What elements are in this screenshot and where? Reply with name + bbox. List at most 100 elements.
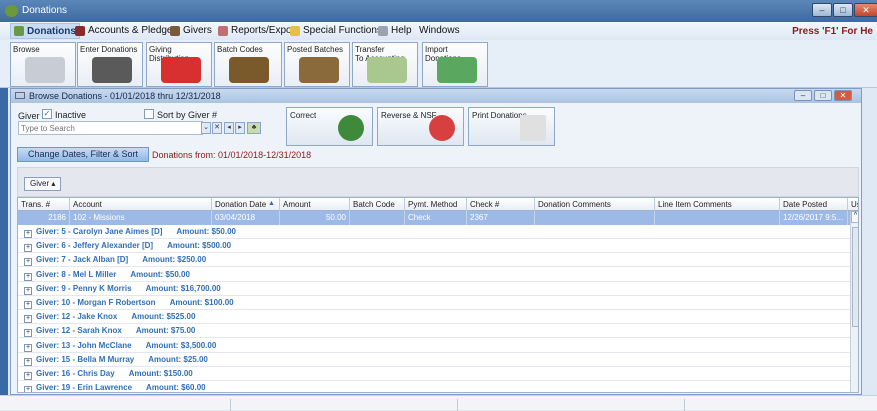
- expand-icon[interactable]: +: [24, 372, 32, 380]
- group-row[interactable]: + Giver: 8 - Mel L Miller Amount: $50.00: [18, 268, 850, 282]
- column-header[interactable]: Us: [848, 198, 858, 211]
- next-button[interactable]: ▸: [235, 122, 245, 134]
- toolbar-giving-distribution-button[interactable]: Giving Distribution: [146, 42, 212, 87]
- menu-givers[interactable]: Givers: [170, 25, 212, 36]
- background-window-edge: [0, 88, 8, 395]
- giver-lookup-button[interactable]: ♣: [247, 122, 261, 134]
- check-icon: [338, 115, 364, 141]
- group-row[interactable]: + Giver: 10 - Morgan F Robertson Amount: $…: [18, 296, 850, 310]
- sort-by-giver-checkbox[interactable]: [144, 109, 154, 119]
- scroll-up-button[interactable]: ^: [851, 211, 858, 223]
- toolbar-label: Posted Batches: [287, 45, 344, 54]
- maximize-button[interactable]: □: [833, 3, 853, 17]
- group-amount: Amount: $75.00: [135, 326, 196, 336]
- menu-icon: [290, 25, 300, 36]
- divider: [457, 399, 458, 411]
- column-header[interactable]: Account: [70, 198, 212, 211]
- table-cell: [350, 211, 405, 225]
- menu-label: Help: [391, 25, 412, 36]
- group-row[interactable]: + Giver: 9 - Penny K Morris Amount: $16,70…: [18, 282, 850, 296]
- child-title: Browse Donations - 01/01/2018 thru 12/31…: [29, 91, 221, 101]
- column-header[interactable]: Date Posted: [780, 198, 848, 211]
- expand-icon[interactable]: +: [24, 230, 32, 238]
- group-row[interactable]: + Giver: 5 - Carolyn Jane Aimes [D] Amount…: [18, 225, 850, 239]
- column-header[interactable]: Amount: [280, 198, 350, 211]
- group-giver: Giver: 12 - Jake Knox: [36, 312, 118, 322]
- column-header[interactable]: Pymt. Method: [405, 198, 467, 211]
- donations-grid: Trans. # Account Donation Date Amount Batch …: [17, 197, 859, 393]
- toolbar-browse-button[interactable]: Browse: [10, 42, 76, 87]
- menu-icon: [14, 26, 24, 36]
- toolbar-transfer-to-accounting-button[interactable]: Transfer To Accounting: [352, 42, 418, 87]
- menu-windows[interactable]: Windows: [419, 25, 460, 36]
- scrollbar-thumb[interactable]: [852, 227, 858, 327]
- group-giver: Giver: 8 - Mel L Miller: [36, 269, 117, 279]
- group-row[interactable]: + Giver: 16 - Chris Day Amount: $150.00: [18, 367, 850, 381]
- vertical-scrollbar[interactable]: ^: [850, 211, 858, 392]
- minimize-button[interactable]: –: [812, 3, 832, 17]
- previous-button[interactable]: ◂: [224, 122, 234, 134]
- expand-icon[interactable]: +: [24, 386, 32, 392]
- group-row[interactable]: + Giver: 19 - Erin Lawrence Amount: $60.00: [18, 381, 850, 392]
- group-row[interactable]: + Giver: 13 - John McClane Amount: $3,500.…: [18, 339, 850, 353]
- expand-icon[interactable]: +: [24, 258, 32, 267]
- menu-accounts-pledges[interactable]: Accounts & Pledges: [75, 25, 178, 36]
- close-button[interactable]: ✕: [854, 3, 877, 17]
- toolbar-enter-donations-button[interactable]: Enter Donations: [77, 42, 143, 87]
- toolbar-label: Enter Donations: [80, 45, 138, 54]
- expand-icon[interactable]: +: [24, 315, 32, 324]
- child-maximize-button[interactable]: □: [814, 90, 832, 101]
- group-giver: Giver: 16 - Chris Day: [36, 369, 115, 378]
- expand-icon[interactable]: +: [24, 272, 32, 281]
- menu-reports-export[interactable]: Reports/Export: [218, 25, 298, 36]
- group-row[interactable]: + Giver: 7 - Jack Alban [D] Amount: $250.0…: [18, 253, 850, 268]
- action-label: Reverse & NSF: [381, 111, 437, 120]
- menu-help[interactable]: Help: [378, 25, 412, 36]
- menu-bar: Donations Accounts & Pledges Givers Reports…: [0, 22, 877, 40]
- column-header[interactable]: Line Item Comments: [655, 198, 780, 211]
- action-print-donations-button[interactable]: Print Donations: [468, 107, 555, 146]
- clear-button[interactable]: ✕: [212, 122, 222, 134]
- change-dates-filter-sort-button[interactable]: Change Dates, Filter & Sort: [17, 147, 149, 162]
- toolbar-label: Batch Codes: [217, 45, 263, 54]
- table-cell: Check: [405, 211, 467, 225]
- table-cell: 2367: [467, 211, 535, 225]
- donations-from-text: Donations from: 01/01/2018-12/31/2018: [152, 150, 312, 160]
- group-chip-giver[interactable]: Giver ▴: [24, 177, 62, 191]
- child-minimize-button[interactable]: –: [794, 90, 812, 101]
- group-amount: Amount: $16,700.00: [145, 283, 221, 293]
- expand-icon[interactable]: +: [24, 286, 32, 295]
- group-row[interactable]: + Giver: 15 - Bella M Murray Amount: $25.0…: [18, 353, 850, 367]
- action-reverse-nsf-button[interactable]: Reverse & NSF: [377, 107, 464, 146]
- action-correct-button[interactable]: Correct: [286, 107, 373, 146]
- toolbar-import-donations-button[interactable]: Import Donations: [422, 42, 488, 87]
- dropdown-button[interactable]: ⌄: [201, 122, 211, 134]
- column-header[interactable]: Check #: [467, 198, 535, 211]
- column-header[interactable]: Batch Code: [350, 198, 405, 211]
- menu-label: Donations: [27, 25, 76, 37]
- expand-icon[interactable]: +: [24, 357, 32, 366]
- column-header[interactable]: Trans. #: [18, 198, 70, 211]
- group-row[interactable]: + Giver: 12 - Sarah Knox Amount: $75.00: [18, 324, 850, 339]
- inactive-checkbox[interactable]: ✓: [42, 109, 52, 119]
- expand-icon[interactable]: +: [24, 343, 32, 352]
- group-giver: Giver: 15 - Bella M Murray: [36, 354, 135, 364]
- table-cell: 50.00: [280, 211, 350, 225]
- expand-icon[interactable]: +: [24, 244, 32, 253]
- table-row-selected[interactable]: 2186 102 - Missions 03/04/2018 50.00 Check 23…: [18, 211, 850, 225]
- giver-search-input[interactable]: [18, 121, 203, 135]
- menu-label: Accounts & Pledges: [88, 25, 178, 36]
- child-close-button[interactable]: ✕: [834, 90, 852, 101]
- expand-icon[interactable]: +: [24, 329, 32, 338]
- menu-donations[interactable]: Donations: [10, 23, 80, 39]
- table-cell: 102 - Missions: [70, 211, 212, 225]
- menu-special-functions[interactable]: Special Functions: [290, 25, 382, 36]
- toolbar-posted-batches-button[interactable]: Posted Batches: [284, 42, 350, 87]
- toolbar-batch-codes-button[interactable]: Batch Codes: [214, 42, 282, 87]
- table-cell: [655, 211, 780, 225]
- expand-icon[interactable]: +: [24, 301, 32, 309]
- child-title-bar: Browse Donations - 01/01/2018 thru 12/31…: [11, 89, 861, 103]
- group-row[interactable]: + Giver: 6 - Jeffery Alexander [D] Amount:…: [18, 239, 850, 254]
- column-header[interactable]: Donation Comments: [535, 198, 655, 211]
- group-row[interactable]: + Giver: 12 - Jake Knox Amount: $525.00: [18, 310, 850, 325]
